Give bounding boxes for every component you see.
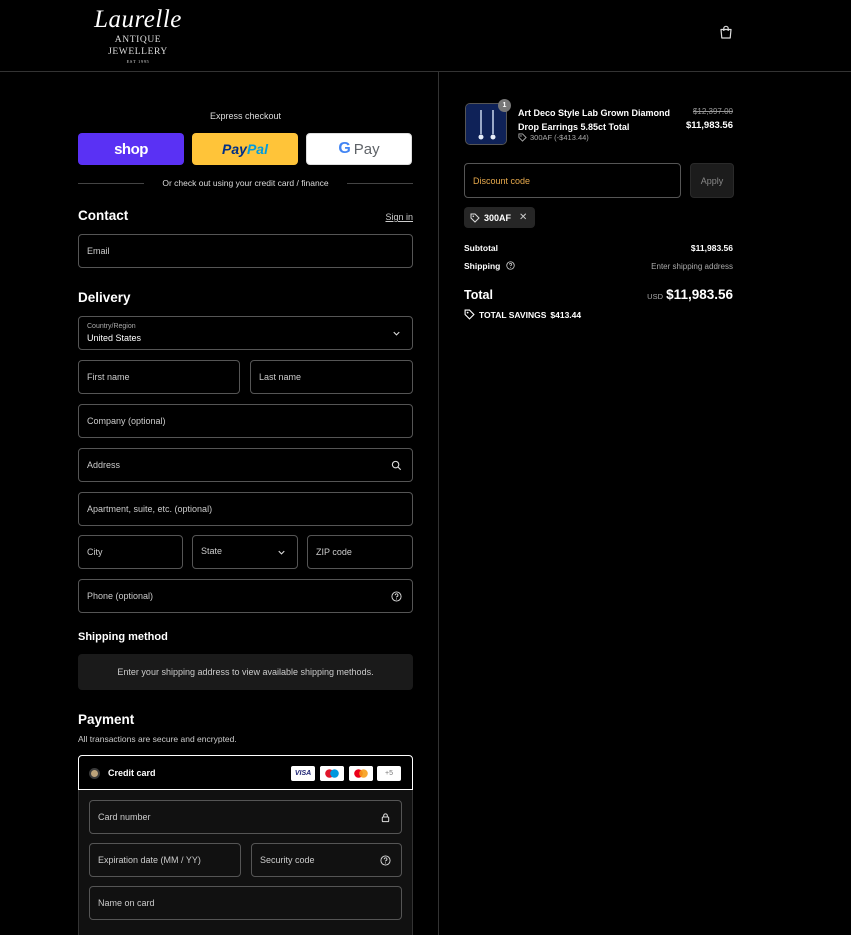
mastercard-icon [349, 766, 373, 781]
city-field[interactable]: City [78, 535, 183, 569]
first-name-field[interactable]: First name [78, 360, 240, 394]
apartment-placeholder: Apartment, suite, etc. (optional) [87, 504, 213, 514]
total-label: Total [464, 288, 493, 302]
product-name: Art Deco Style Lab Grown Diamond Drop Ea… [518, 108, 671, 132]
google-pay-label: Pay [353, 140, 380, 158]
tag-icon [518, 133, 527, 142]
credit-card-radio[interactable] [89, 768, 100, 779]
paypal-label-pay: Pay [222, 141, 247, 157]
apply-discount-button[interactable]: Apply [690, 163, 734, 198]
lock-icon [381, 813, 390, 823]
subtotal-label: Subtotal [464, 243, 498, 253]
more-cards-badge: +5 [377, 766, 401, 781]
applied-discount-code: 300AF [484, 212, 512, 223]
country-label: Country/Region [87, 323, 136, 330]
country-select[interactable]: Country/Region United States [78, 316, 413, 350]
delivery-title: Delivery [78, 290, 131, 305]
total-currency: USD [647, 292, 663, 301]
applied-discount-chip: 300AF ✕ [464, 207, 535, 228]
column-divider [438, 72, 439, 935]
remove-discount-icon[interactable]: ✕ [519, 212, 527, 223]
google-g-icon: G [338, 140, 351, 157]
sign-in-link[interactable]: Sign in [385, 212, 413, 222]
address-placeholder: Address [87, 460, 121, 470]
apartment-field[interactable]: Apartment, suite, etc. (optional) [78, 492, 413, 526]
discount-code-field[interactable]: Discount code [464, 163, 681, 198]
first-name-placeholder: First name [87, 372, 130, 382]
address-field[interactable]: Address [78, 448, 413, 482]
quantity-badge: 1 [498, 99, 511, 112]
header: Laurelle ANTIQUE JEWELLERY EST 1995 [0, 0, 851, 72]
help-circle-icon[interactable] [506, 261, 515, 270]
visa-icon: VISA [291, 766, 315, 781]
product-discount-text: 300AF (-$413.44) [530, 133, 589, 142]
city-placeholder: City [87, 547, 103, 557]
brand-name: Laurelle [94, 6, 182, 33]
chevron-down-icon [393, 331, 400, 336]
total-savings-label: TOTAL SAVINGS [479, 309, 547, 320]
zip-placeholder: ZIP code [316, 547, 352, 557]
card-number-placeholder: Card number [98, 812, 151, 822]
maestro-icon [320, 766, 344, 781]
total-savings-value: $413.44 [550, 309, 582, 320]
security-code-placeholder: Security code [260, 855, 315, 865]
brand-est: EST 1995 [126, 59, 150, 64]
shipping-method-notice: Enter your shipping address to view avai… [78, 654, 413, 690]
email-field[interactable]: Email [78, 234, 413, 268]
chevron-down-icon [278, 550, 285, 555]
brand-subtitle: ANTIQUE JEWELLERY [108, 35, 168, 57]
help-circle-icon[interactable] [380, 855, 391, 866]
help-circle-icon[interactable] [391, 591, 402, 602]
shipping-label: Shipping [464, 261, 515, 271]
credit-card-label: Credit card [108, 768, 156, 778]
google-pay-button[interactable]: G Pay [306, 133, 412, 165]
contact-title: Contact [78, 208, 129, 223]
subtotal-value: $11,983.56 [690, 243, 733, 253]
state-select[interactable]: State [192, 535, 298, 569]
expiration-field[interactable]: Expiration date (MM / YY) [89, 843, 241, 877]
phone-field[interactable]: Phone (optional) [78, 579, 413, 613]
credit-card-option[interactable]: Credit card VISA +5 [78, 755, 413, 790]
tag-icon [470, 213, 480, 223]
company-field[interactable]: Company (optional) [78, 404, 413, 438]
state-placeholder: State [201, 546, 223, 556]
payment-title: Payment [78, 712, 135, 727]
search-icon [391, 460, 402, 471]
name-on-card-field[interactable]: Name on card [89, 886, 402, 920]
tag-icon [464, 309, 475, 320]
shipping-value: Enter shipping address [651, 262, 733, 271]
security-code-field[interactable]: Security code [251, 843, 402, 877]
shop-pay-button[interactable]: shop [78, 133, 184, 165]
shopping-bag-icon[interactable] [718, 24, 734, 40]
payment-subtitle: All transactions are secure and encrypte… [78, 734, 237, 744]
phone-placeholder: Phone (optional) [87, 591, 154, 601]
total-savings: TOTAL SAVINGS $413.44 [464, 309, 581, 320]
shop-pay-label: shop [114, 140, 148, 158]
discount-code-placeholder: Discount code [473, 176, 531, 186]
brand-logo[interactable]: Laurelle ANTIQUE JEWELLERY EST 1995 [84, 6, 192, 66]
expiration-placeholder: Expiration date (MM / YY) [98, 855, 201, 865]
last-name-placeholder: Last name [259, 372, 302, 382]
paypal-label-pal: Pal [246, 141, 268, 157]
shipping-method-title: Shipping method [78, 631, 168, 643]
credit-card-form: Card number Expiration date (MM / YY) Se… [78, 790, 413, 935]
product-original-price: $12,397.00 [692, 107, 733, 116]
email-placeholder: Email [87, 246, 110, 256]
or-divider-text: Or check out using your credit card / fi… [162, 178, 329, 188]
country-value: United States [87, 333, 142, 343]
company-placeholder: Company (optional) [87, 416, 166, 426]
express-checkout-title: Express checkout [209, 111, 282, 121]
product-discount: 300AF (-$413.44) [518, 133, 589, 142]
card-number-field[interactable]: Card number [89, 800, 402, 834]
total-value: $11,983.56 [666, 287, 733, 302]
paypal-button[interactable]: Pay Pal [192, 133, 298, 165]
shipping-label-text: Shipping [464, 261, 501, 271]
product-price: $11,983.56 [685, 120, 733, 131]
name-on-card-placeholder: Name on card [98, 898, 155, 908]
or-divider: Or check out using your credit card / fi… [78, 177, 413, 189]
last-name-field[interactable]: Last name [250, 360, 413, 394]
zip-field[interactable]: ZIP code [307, 535, 413, 569]
